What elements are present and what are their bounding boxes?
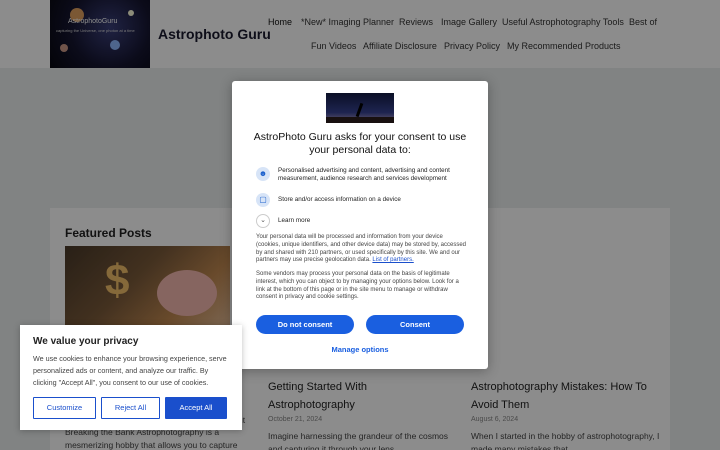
consent-legitimate-interest-text: Some vendors may process your personal d… [256, 271, 459, 301]
telescope-icon [355, 102, 364, 118]
consent-body: Your personal data will be processed and… [256, 234, 466, 265]
manage-options-link[interactable]: Manage options [232, 345, 488, 354]
person-icon: ☻ [256, 167, 270, 181]
accept-all-button[interactable]: Accept All [165, 397, 227, 419]
do-not-consent-button[interactable]: Do not consent [256, 315, 354, 334]
partners-link[interactable]: List of partners. [372, 257, 413, 263]
cookie-banner: We value your privacy We use cookies to … [20, 325, 242, 430]
reject-all-button[interactable]: Reject All [101, 397, 160, 419]
device-icon: ▢ [256, 193, 270, 207]
purpose-text: Personalised advertising and content, ad… [278, 167, 450, 182]
chevron-down-icon[interactable]: ⌄ [256, 214, 270, 228]
horizon-shape [326, 117, 394, 123]
consent-button[interactable]: Consent [366, 315, 464, 334]
consent-title: AstroPhoto Guru asks for your consent to… [253, 131, 467, 156]
cookie-text: We use cookies to enhance your browsing … [33, 354, 227, 387]
learn-more-label[interactable]: Learn more [278, 217, 468, 225]
consent-site-logo [326, 93, 394, 123]
purpose-text: Store and/or access information on a dev… [278, 196, 401, 203]
consent-body-text: Your personal data will be processed and… [256, 234, 467, 264]
consent-dialog: AstroPhoto Guru asks for your consent to… [232, 81, 488, 369]
cookie-title: We value your privacy [33, 336, 139, 347]
customize-button[interactable]: Customize [33, 397, 96, 419]
